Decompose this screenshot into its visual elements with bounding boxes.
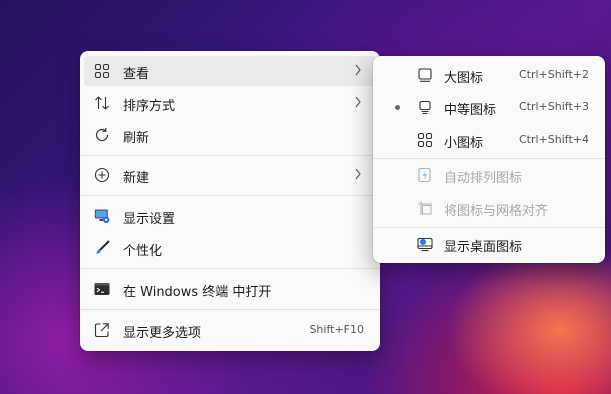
- chevron-right-icon: [355, 64, 361, 76]
- menu-item-label: 将图标与网格对齐: [444, 204, 549, 219]
- grid-icon: [94, 63, 110, 79]
- shortcut-text: Shift+F10: [309, 323, 364, 336]
- brush-icon: [96, 240, 110, 254]
- open-external-icon: [94, 323, 109, 338]
- submenu-item-large-icons[interactable]: 大图标 Ctrl+Shift+2: [377, 60, 601, 90]
- menu-item-label: 显示桌面图标: [444, 240, 523, 255]
- separator: [80, 195, 380, 196]
- view-submenu: 大图标 Ctrl+Shift+2 中等图标 Ctrl+Shift+3 小图标 C…: [373, 56, 605, 263]
- menu-item-label: 显示更多选项: [123, 326, 202, 341]
- menu-item-open-in-terminal[interactable]: 在 Windows 终端 中打开: [84, 274, 376, 304]
- menu-item-label: 刷新: [123, 131, 150, 146]
- menu-item-label: 显示设置: [123, 212, 176, 227]
- menu-item-new[interactable]: 新建: [84, 160, 376, 190]
- menu-item-label: 大图标: [444, 71, 484, 86]
- separator: [373, 158, 605, 159]
- menu-item-label: 自动排列图标: [444, 171, 523, 186]
- shortcut-text: Ctrl+Shift+4: [518, 133, 589, 146]
- separator: [80, 268, 380, 269]
- sort-icon: [95, 96, 109, 110]
- menu-item-show-more-options[interactable]: 显示更多选项 Shift+F10: [84, 315, 376, 345]
- submenu-item-show-desktop-icons[interactable]: 显示桌面图标: [377, 229, 601, 259]
- menu-item-sort-by[interactable]: 排序方式: [84, 88, 376, 118]
- menu-item-refresh[interactable]: 刷新: [84, 120, 376, 150]
- display-settings-icon: [94, 209, 110, 223]
- chevron-right-icon: [355, 168, 361, 180]
- shortcut-text: Ctrl+Shift+2: [518, 68, 589, 81]
- small-icons-icon: [417, 132, 433, 148]
- menu-item-label: 排序方式: [123, 99, 176, 114]
- submenu-item-auto-arrange[interactable]: 自动排列图标: [377, 160, 601, 190]
- desktop-context-menu: 查看 排序方式 刷新 新建 显示设置 个性化 在 Windows 终端 中打开 …: [80, 51, 380, 351]
- menu-item-personalize[interactable]: 个性化: [84, 233, 376, 263]
- chevron-right-icon: [355, 96, 361, 108]
- align-grid-icon: [418, 201, 432, 215]
- submenu-item-medium-icons[interactable]: 中等图标 Ctrl+Shift+3: [377, 92, 601, 122]
- submenu-item-small-icons[interactable]: 小图标 Ctrl+Shift+4: [377, 125, 601, 155]
- selected-bullet-icon: [395, 105, 400, 110]
- menu-item-label: 小图标: [444, 136, 484, 151]
- medium-icons-icon: [419, 100, 431, 115]
- menu-item-label: 新建: [123, 171, 150, 186]
- terminal-icon: [94, 283, 110, 295]
- shortcut-text: Ctrl+Shift+3: [518, 100, 589, 113]
- separator: [373, 227, 605, 228]
- refresh-icon: [95, 128, 109, 142]
- large-icons-icon: [418, 68, 432, 82]
- submenu-item-align-to-grid[interactable]: 将图标与网格对齐: [377, 193, 601, 223]
- separator: [80, 155, 380, 156]
- menu-item-label: 查看: [123, 67, 150, 82]
- auto-arrange-icon: [418, 167, 431, 183]
- show-desktop-icons-icon: [417, 237, 433, 252]
- menu-item-view[interactable]: 查看: [84, 56, 376, 86]
- menu-item-label: 在 Windows 终端 中打开: [123, 285, 272, 300]
- menu-item-label: 中等图标: [444, 103, 497, 118]
- separator: [80, 309, 380, 310]
- menu-item-label: 个性化: [123, 244, 163, 259]
- menu-item-display-settings[interactable]: 显示设置: [84, 201, 376, 231]
- add-circle-icon: [94, 167, 110, 183]
